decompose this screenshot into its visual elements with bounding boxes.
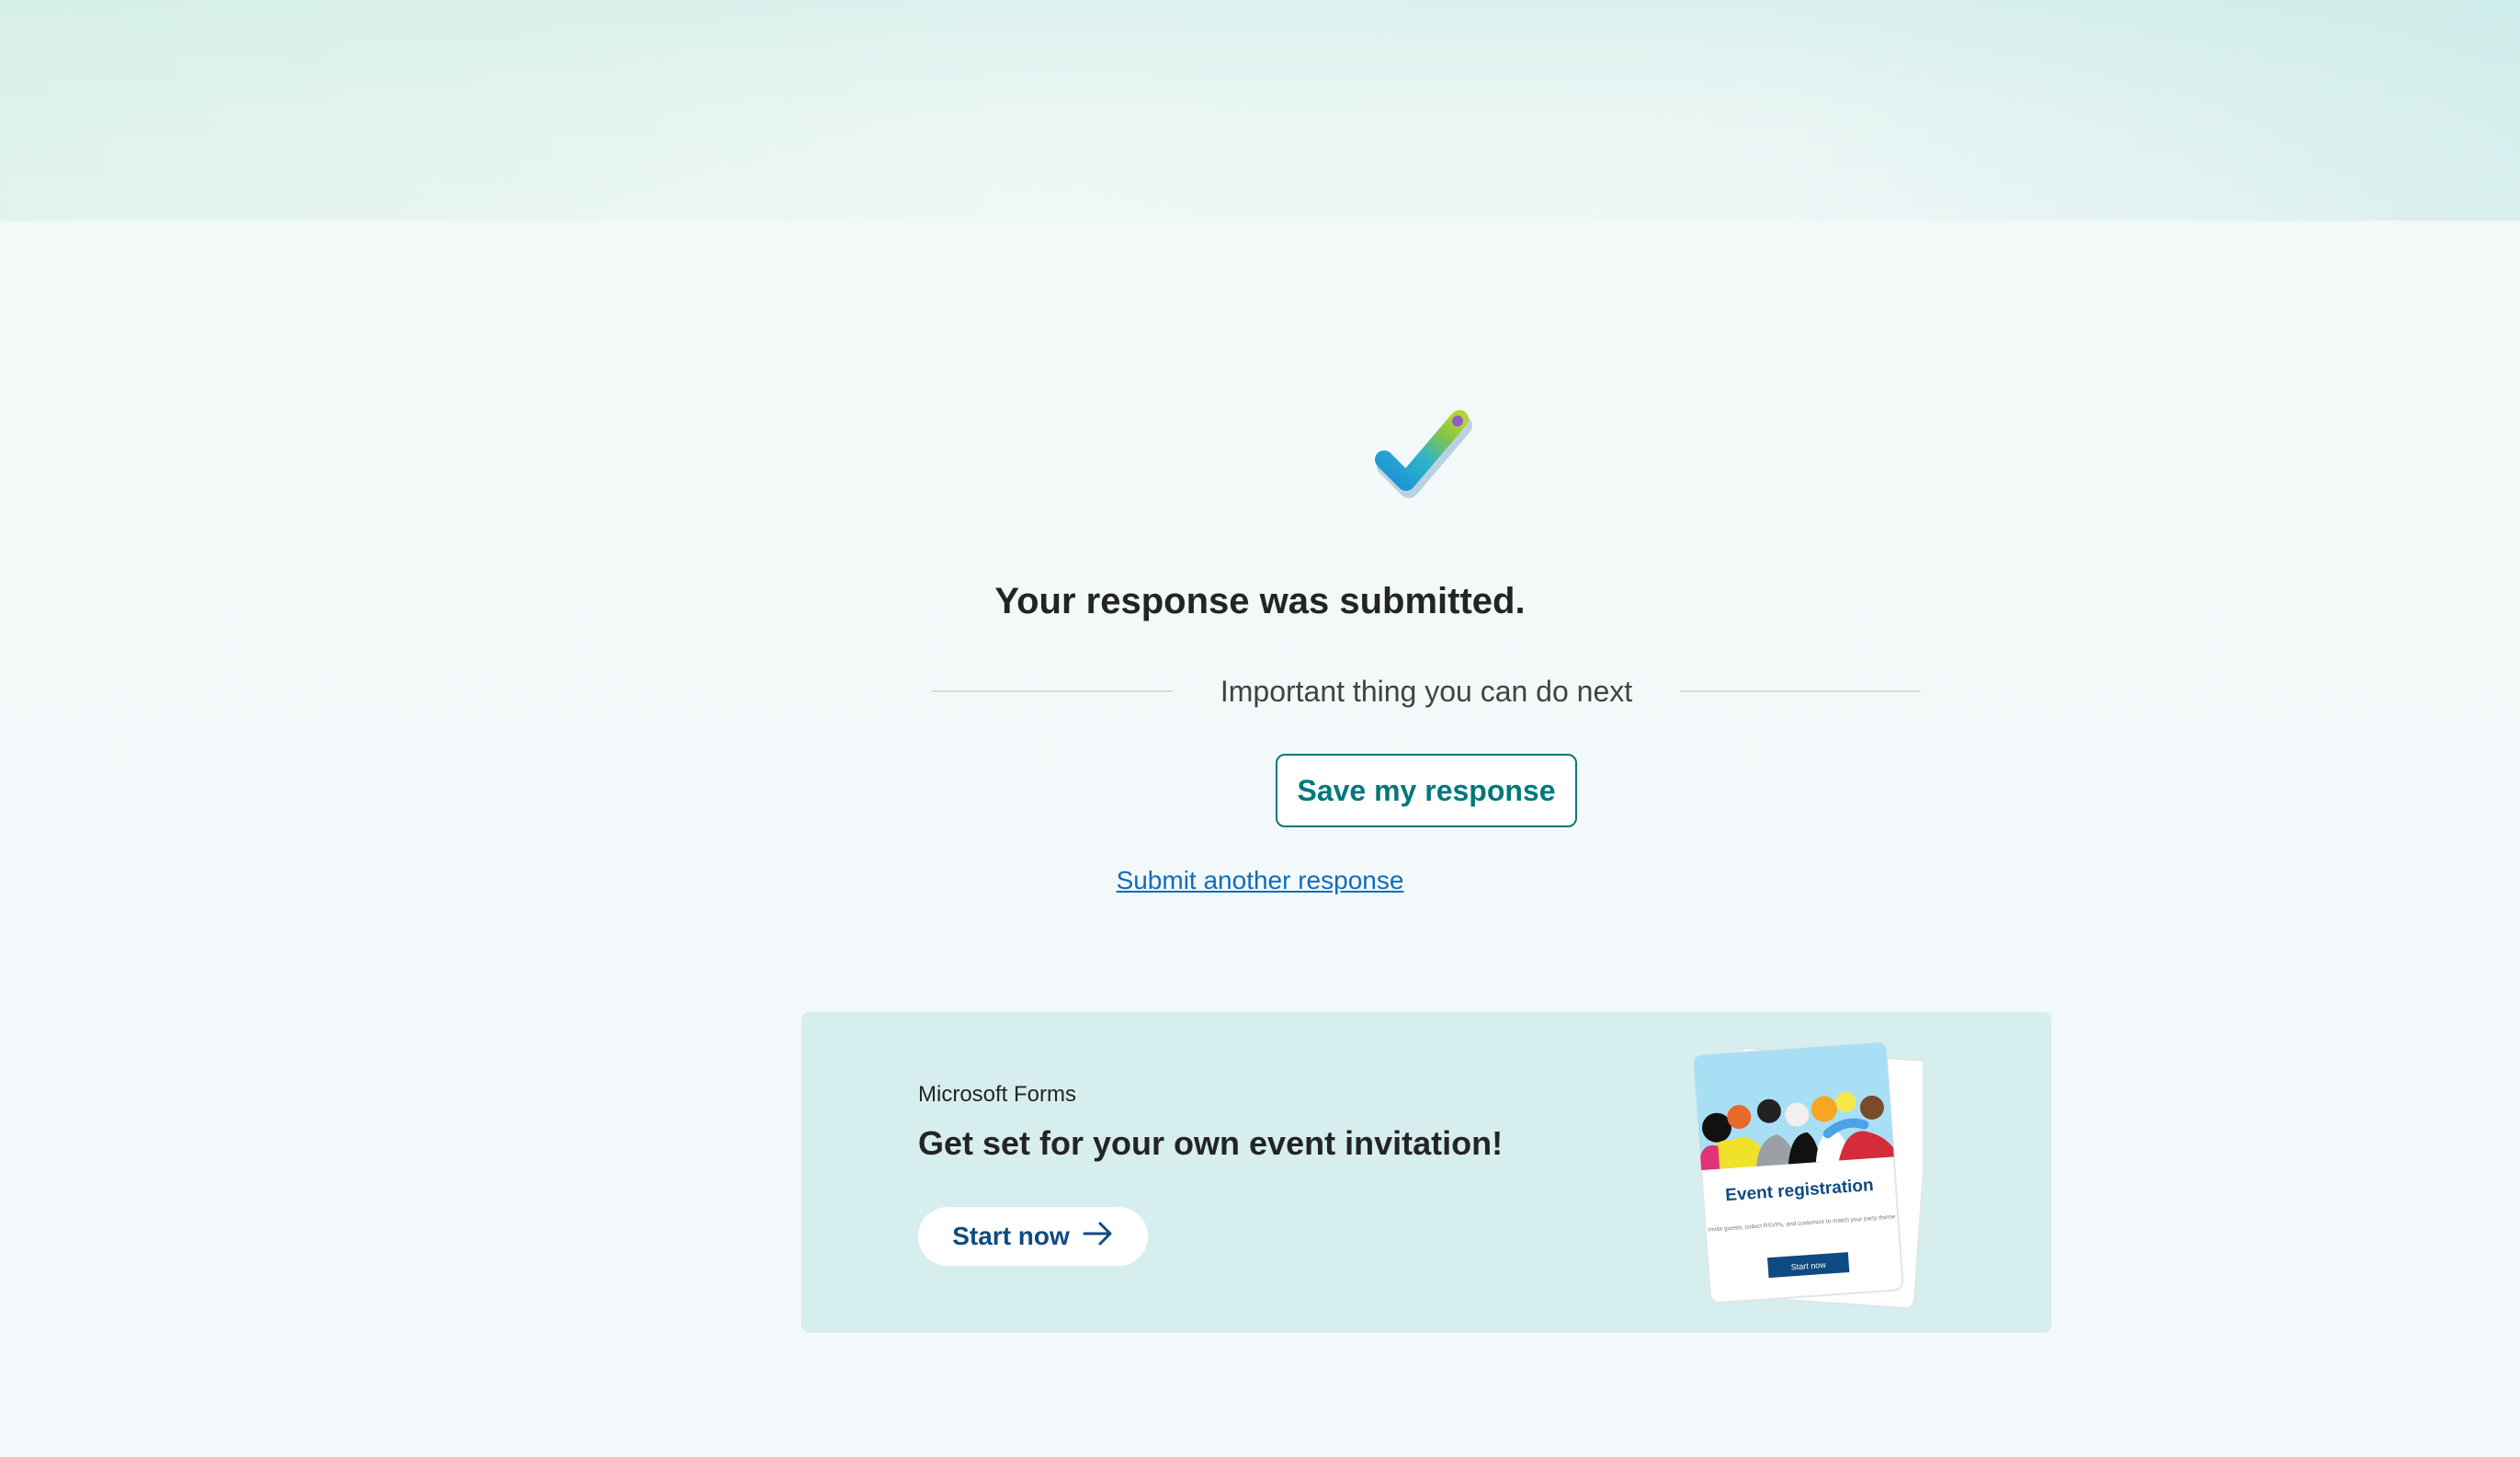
start-now-button[interactable]: Start now: [918, 1207, 1148, 1266]
promo-brand: Microsoft Forms: [918, 1082, 1077, 1107]
confirmation-title: Your response was submitted.: [994, 581, 1526, 621]
promo-heading: Get set for your own event invitation!: [918, 1124, 1504, 1162]
event-registration-card-image[interactable]: Event registration Invite guests, collec…: [1684, 1040, 1932, 1315]
divider-text: Important thing you can do next: [1220, 674, 1633, 708]
next-steps-divider: Important thing you can do next: [932, 669, 1921, 713]
submit-another-response-link[interactable]: Submit another response: [1117, 866, 1404, 894]
checkmark-icon: [1375, 404, 1476, 506]
save-response-button[interactable]: Save my response: [1276, 754, 1577, 827]
start-now-label: Start now: [952, 1222, 1070, 1250]
arrow-right-icon: [1083, 1221, 1114, 1253]
submission-confirmation-page: Your response was submitted. Important t…: [0, 0, 2520, 1457]
promo-banner: Microsoft Forms Get set for your own eve…: [801, 1012, 2051, 1333]
divider-line-right: [1680, 690, 1921, 692]
submit-another-container: Submit another response: [0, 866, 2520, 895]
divider-line-left: [932, 690, 1173, 692]
